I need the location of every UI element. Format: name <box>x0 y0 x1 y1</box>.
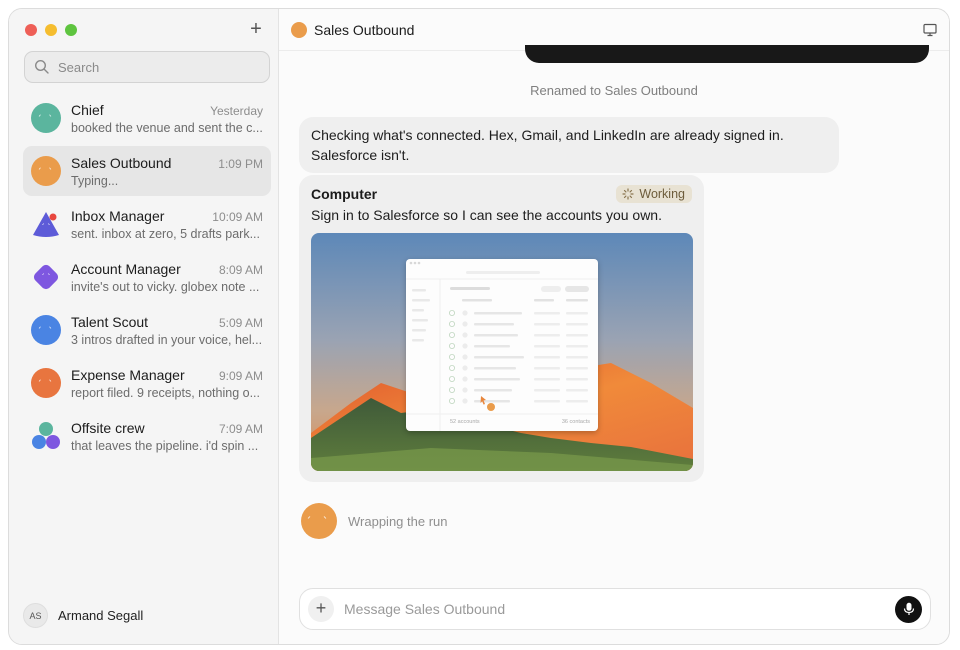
conversation-name: Talent Scout <box>71 313 149 330</box>
conversation-name: Offsite crew <box>71 419 145 436</box>
accounts-count: 52 accounts <box>450 419 480 425</box>
conversation-item-expense-manager[interactable]: ˊ ˋ Expense Manager 9:09 AM report filed… <box>23 358 271 408</box>
conversation-time: Yesterday <box>210 103 263 118</box>
agent-avatar: ˊ ˋ <box>31 315 61 345</box>
rename-notice: Renamed to Sales Outbound <box>530 83 698 98</box>
conversation-preview: report filed. 9 receipts, nothing o... <box>71 385 260 400</box>
status-text: Wrapping the run <box>348 513 448 529</box>
search-box[interactable] <box>24 51 270 83</box>
user-message-bubble <box>525 45 929 63</box>
sidebar: + ˊ ˋ Chief Yesterday booked the venue a… <box>9 9 279 644</box>
minimize-window-button[interactable] <box>45 24 57 36</box>
window-controls <box>25 24 77 36</box>
conversation-time: 9:09 AM <box>218 368 263 383</box>
conversation-time: 8:09 AM <box>218 262 263 277</box>
user-name: Armand Segall <box>58 608 144 623</box>
conversation-item-talent-scout[interactable]: ˊ ˋ Talent Scout 5:09 AM 3 intros drafte… <box>23 305 271 355</box>
conversation-preview: invite's out to vicky. globex note ... <box>71 279 260 294</box>
user-avatar: AS <box>23 603 48 628</box>
conversation-preview: 3 intros drafted in your voice, hel... <box>71 332 263 347</box>
message-composer: + <box>299 588 931 630</box>
microphone-button[interactable] <box>895 595 922 623</box>
conversation-item-inbox-manager[interactable]: ˊ ˋ Inbox Manager 10:09 AM sent. inbox a… <box>23 199 271 249</box>
card-title: Computer <box>311 186 378 202</box>
conversation-time: 10:09 AM <box>212 209 263 224</box>
agent-avatar: ˊ ˋ <box>31 209 61 239</box>
conversation-list: ˊ ˋ Chief Yesterday booked the venue and… <box>23 93 271 464</box>
spinner-icon <box>622 188 634 200</box>
computer-screenshot[interactable]: 52 accounts 36 contacts <box>311 233 693 471</box>
close-window-button[interactable] <box>25 24 37 36</box>
salesforce-window-thumbnail: 52 accounts 36 contacts <box>406 259 598 431</box>
microphone-icon <box>903 602 914 615</box>
chat-panel: Sales Outbound Renamed to Sales Outbound… <box>279 9 949 644</box>
conversation-preview: Typing... <box>71 173 119 188</box>
app-window: + ˊ ˋ Chief Yesterday booked the venue a… <box>8 8 950 645</box>
svg-text:ˊ ˋ: ˊ ˋ <box>41 272 52 282</box>
status-badge-label: Working <box>639 187 685 201</box>
conversation-preview: that leaves the pipeline. i'd spin ... <box>71 438 259 453</box>
attach-button[interactable]: + <box>308 596 334 622</box>
user-profile[interactable]: AS Armand Segall <box>23 603 143 628</box>
conversation-name: Account Manager <box>71 260 181 277</box>
conversation-name: Chief <box>71 101 104 118</box>
group-avatar <box>31 421 61 451</box>
status-badge: Working <box>616 185 692 203</box>
conversation-preview: sent. inbox at zero, 5 drafts park... <box>71 226 260 241</box>
new-conversation-button[interactable]: + <box>246 19 266 40</box>
conversation-name: Expense Manager <box>71 366 185 383</box>
zoom-window-button[interactable] <box>65 24 77 36</box>
conversation-item-offsite-crew[interactable]: Offsite crew 7:09 AM that leaves the pip… <box>23 411 271 461</box>
contacts-count: 36 contacts <box>561 419 590 425</box>
agent-message: Checking what's connected. Hex, Gmail, a… <box>299 117 839 173</box>
conversation-time: 7:09 AM <box>218 421 263 436</box>
search-icon <box>34 59 49 74</box>
computer-task-card: Computer Working Sign in to Salesforce s… <box>299 175 704 482</box>
conversation-time: 5:09 AM <box>218 315 263 330</box>
agent-avatar: ˊ ˋ <box>31 103 61 133</box>
chat-title: Sales Outbound <box>314 21 415 38</box>
card-description: Sign in to Salesforce so I can see the a… <box>311 207 662 223</box>
agent-avatar <box>291 21 307 38</box>
svg-text:ˊ ˋ: ˊ ˋ <box>41 222 52 232</box>
message-input[interactable] <box>344 601 895 617</box>
conversation-time: 1:09 PM <box>218 156 263 171</box>
group-agents-icon <box>32 422 60 449</box>
agent-avatar: ˊ ˋ <box>31 262 61 292</box>
conversation-name: Inbox Manager <box>71 207 165 224</box>
conversation-name: Sales Outbound <box>71 154 172 171</box>
triangle-agent-icon: ˊ ˋ <box>33 212 59 237</box>
agent-avatar: ˊ ˋ <box>301 503 337 539</box>
agent-avatar: ˊ ˋ <box>31 368 61 398</box>
search-input[interactable] <box>58 59 248 75</box>
accounts-table-preview <box>406 261 598 431</box>
conversation-item-chief[interactable]: ˊ ˋ Chief Yesterday booked the venue and… <box>23 93 271 143</box>
conversation-item-sales-outbound[interactable]: ˊ ˋ Sales Outbound 1:09 PM Typing... <box>23 146 271 196</box>
agent-avatar: ˊ ˋ <box>31 156 61 186</box>
conversation-preview: booked the venue and sent the c... <box>71 120 263 135</box>
diamond-agent-icon: ˊ ˋ <box>33 264 59 290</box>
conversation-item-account-manager[interactable]: ˊ ˋ Account Manager 8:09 AM invite's out… <box>23 252 271 302</box>
agent-status: ˊ ˋ Wrapping the run <box>301 503 448 539</box>
monitor-icon[interactable] <box>923 23 937 37</box>
